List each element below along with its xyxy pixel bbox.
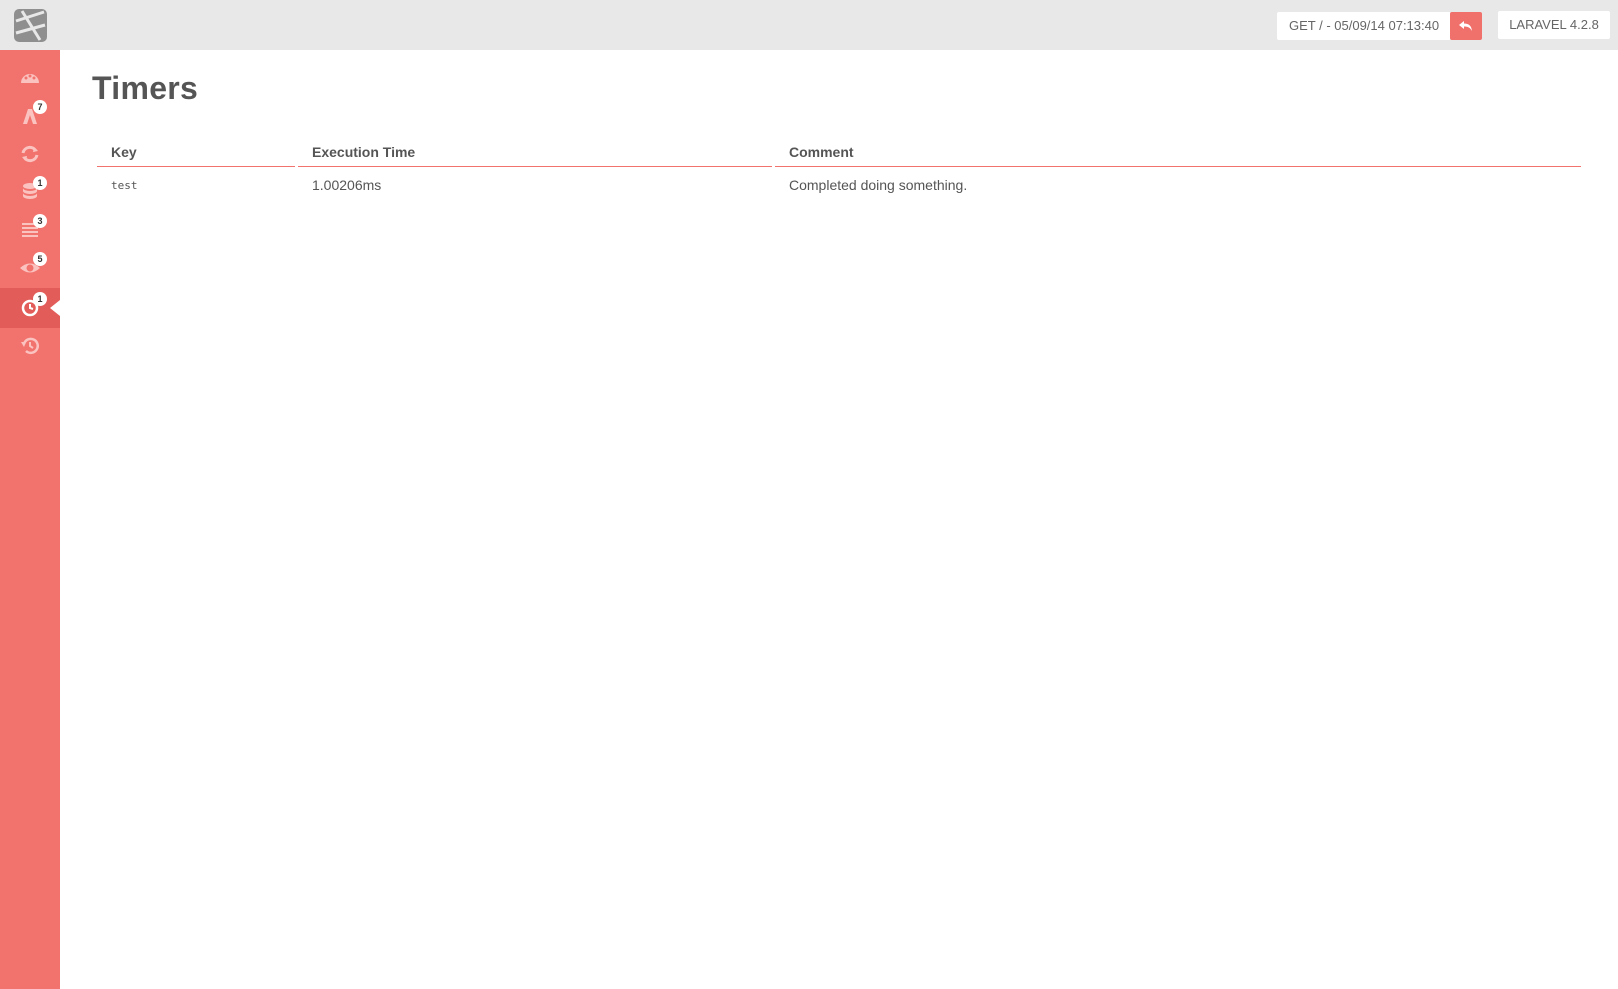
column-header-execution-time: Execution Time — [298, 140, 772, 167]
top-bar: GET / - 05/09/14 07:13:40 LARAVEL 4.2.8 — [0, 0, 1618, 50]
log-badge: 3 — [33, 214, 47, 228]
sidebar: 7 1 3 5 1 — [0, 50, 60, 989]
reply-icon — [1459, 21, 1472, 31]
database-badge: 1 — [33, 176, 47, 190]
timer-execution-time: 1.00206ms — [312, 177, 382, 193]
sidebar-item-timers[interactable]: 1 — [0, 288, 60, 328]
main-content: Timers Key Execution Time Comment test 1… — [92, 70, 1586, 193]
table-header-row: Key Execution Time Comment — [97, 140, 1581, 167]
column-header-key: Key — [97, 140, 295, 167]
table-row: test 1.00206ms Completed doing something… — [97, 167, 1581, 203]
clockwork-logo-icon — [14, 9, 47, 42]
refresh-icon — [21, 145, 39, 163]
page-title: Timers — [92, 70, 199, 106]
routes-badge: 7 — [33, 100, 47, 114]
sidebar-item-log[interactable]: 3 — [0, 210, 60, 250]
timers-table: Key Execution Time Comment test 1.00206m… — [94, 140, 1584, 203]
request-info: GET / - 05/09/14 07:13:40 — [1277, 12, 1452, 40]
timers-badge: 1 — [33, 292, 47, 306]
back-button[interactable] — [1450, 12, 1482, 40]
request-label: GET / - 05/09/14 07:13:40 — [1289, 18, 1440, 33]
views-badge: 5 — [33, 252, 47, 266]
version-badge: LARAVEL 4.2.8 — [1498, 11, 1610, 39]
sidebar-item-routes[interactable]: 7 — [0, 96, 60, 136]
sidebar-item-database[interactable]: 1 — [0, 172, 60, 212]
sidebar-item-history[interactable] — [0, 326, 60, 366]
column-header-comment: Comment — [775, 140, 1581, 167]
dashboard-icon — [21, 74, 39, 83]
timer-comment: Completed doing something. — [789, 177, 968, 193]
sidebar-item-sessions[interactable] — [0, 134, 60, 174]
sidebar-item-dashboard[interactable] — [0, 58, 60, 98]
history-icon — [21, 337, 39, 355]
timer-key: test — [111, 178, 138, 192]
version-label: LARAVEL 4.2.8 — [1509, 17, 1599, 32]
sidebar-item-views[interactable]: 5 — [0, 248, 60, 288]
